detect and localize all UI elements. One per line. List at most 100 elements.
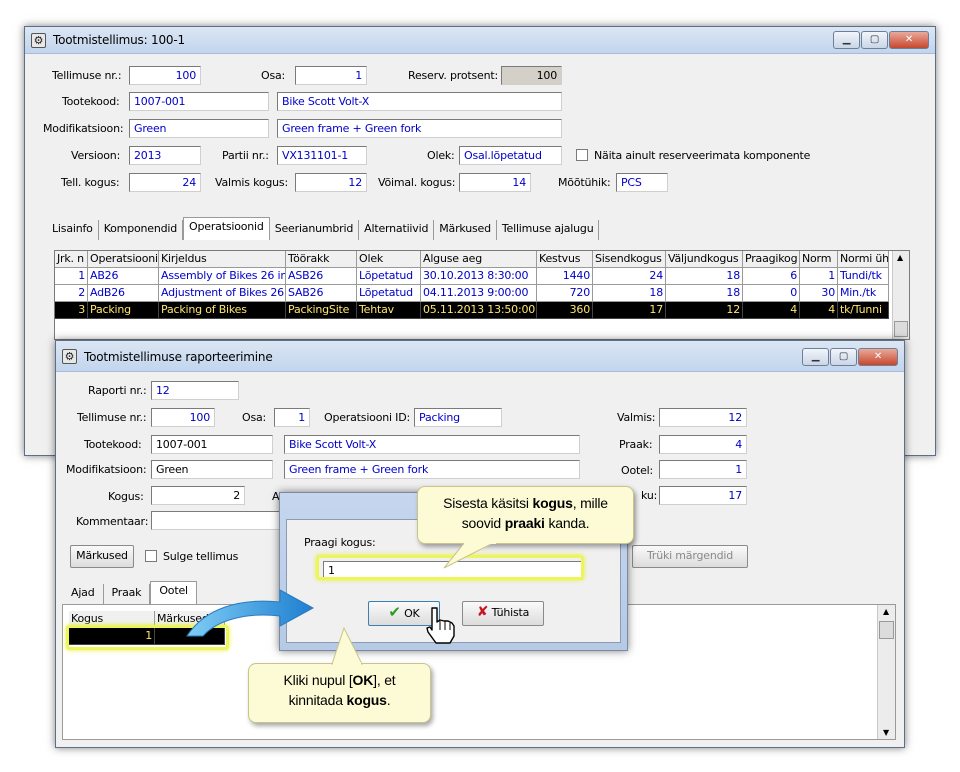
done-qty-label: Valmis kogus: (215, 176, 288, 189)
version-label: Versioon: (71, 149, 121, 162)
report-nr-label: Raporti nr.: (88, 384, 147, 397)
unit-field[interactable]: PCS (616, 173, 668, 192)
col-norm[interactable]: Norm (800, 251, 838, 268)
report-tabs: Ajad Praak Ootel (63, 581, 197, 605)
col-seq[interactable]: Jrk. n (55, 251, 88, 268)
tab-markused[interactable]: Märkused (434, 220, 497, 240)
done-qty-field[interactable]: 12 (295, 173, 367, 192)
status-field[interactable]: Osal.lõpetatud (459, 146, 562, 165)
fourth-field[interactable]: 17 (659, 486, 747, 505)
report-window-title: Tootmistellimuse raporteerimine (84, 350, 273, 364)
report-modification-field[interactable]: Green (151, 460, 273, 479)
col-input[interactable]: Sisendkogus (593, 251, 666, 268)
print-labels-button[interactable]: Trüki märgendid (632, 545, 748, 568)
report-product-name-field[interactable]: Bike Scott Volt-X (284, 435, 580, 454)
scrap-field[interactable]: 4 (659, 435, 747, 454)
modification-field[interactable]: Green (129, 119, 269, 138)
tab-lisainfo[interactable]: Lisainfo (47, 220, 99, 240)
op-id-field[interactable]: Packing (414, 408, 502, 427)
app-gear-icon: ⚙ (31, 33, 46, 48)
scroll-thumb[interactable] (879, 621, 894, 639)
cancel-button-label: Tühista (491, 606, 530, 619)
vertical-scrollbar[interactable]: ▲ (892, 251, 909, 339)
minimize-button[interactable]: ▁ (802, 348, 829, 366)
done-field[interactable]: 12 (659, 408, 747, 427)
waiting-label: Ootel: (621, 464, 654, 477)
main-tabs: Lisainfo Komponendid Operatsioonid Seerianu… (47, 217, 600, 241)
report-modification-desc-field[interactable]: Green frame + Green fork (284, 460, 580, 479)
ok-button-label: OK (404, 607, 420, 620)
close-button[interactable]: ✕ (889, 31, 929, 49)
scroll-thumb[interactable] (894, 321, 908, 337)
batch-nr-field[interactable]: VX131101-1 (277, 146, 367, 165)
tab-seerianumbrid[interactable]: Seerianumbrid (270, 220, 360, 240)
product-code-label: Tootekood: (62, 95, 120, 108)
close-button[interactable]: ✕ (858, 348, 898, 366)
report-nr-field[interactable]: 12 (151, 381, 239, 400)
operations-table: Jrk. n Operatsiooni Kirjeldus Töörakk Ol… (54, 250, 910, 340)
part-field[interactable]: 1 (295, 66, 367, 85)
report-title-bar[interactable]: ⚙ Tootmistellimuse raporteerimine ▁ ▢ ✕ (56, 341, 904, 372)
col-status[interactable]: Olek (357, 251, 421, 268)
hand-cursor-icon (426, 607, 455, 644)
comment-label: Kommentaar: (76, 515, 149, 528)
scroll-down-icon[interactable]: ▼ (883, 728, 889, 737)
modification-label: Modifikatsioon: (43, 122, 124, 135)
possible-qty-label: Võimal. kogus: (378, 176, 456, 189)
scrap-label: Praak: (619, 438, 653, 451)
blue-arrow-icon (186, 589, 315, 637)
product-name-field[interactable]: Bike Scott Volt-X (277, 92, 562, 111)
ordered-qty-label: Tell. kogus: (61, 176, 120, 189)
unit-label: Mõõtühik: (558, 176, 611, 189)
tab-komponendid[interactable]: Komponendid (99, 220, 184, 240)
report-part-field[interactable]: 1 (274, 408, 310, 427)
possible-qty-field[interactable]: 14 (459, 173, 531, 192)
col-desc[interactable]: Kirjeldus (159, 251, 286, 268)
scroll-up-icon[interactable]: ▲ (897, 253, 903, 262)
col-cell[interactable]: Töörakk (286, 251, 357, 268)
minimize-button[interactable]: ▁ (833, 31, 860, 49)
comment-field[interactable] (151, 511, 281, 530)
report-order-nr-field[interactable]: 100 (151, 408, 215, 427)
close-order-checkbox[interactable] (145, 550, 157, 562)
window-title: Tootmistellimus: 100-1 (53, 33, 185, 47)
title-bar[interactable]: ⚙ Tootmistellimus: 100-1 ▁ ▢ ✕ (25, 27, 935, 54)
checkmark-icon: ✔ (388, 603, 401, 621)
show-unreserved-checkbox[interactable] (576, 149, 588, 161)
quantity-field[interactable]: 2 (151, 486, 245, 505)
col-duration[interactable]: Kestvus (537, 251, 593, 268)
scroll-up-icon[interactable]: ▲ (883, 607, 889, 616)
modification-desc-field[interactable]: Green frame + Green fork (277, 119, 562, 138)
vertical-scrollbar[interactable]: ▲ ▼ (877, 605, 895, 739)
callout-bottom-pointer (331, 626, 363, 666)
notes-button[interactable]: Märkused (70, 545, 134, 568)
tab-praak[interactable]: Praak (104, 584, 151, 604)
col-output[interactable]: Väljundkogus (666, 251, 743, 268)
reserve-pct-field: 100 (501, 66, 562, 85)
tab-tellimuse-ajalugu[interactable]: Tellimuse ajalugu (497, 220, 600, 240)
report-product-code-field[interactable]: 1007-001 (151, 435, 273, 454)
report-modification-label: Modifikatsioon: (66, 463, 147, 476)
maximize-button[interactable]: ▢ (830, 348, 857, 366)
col-scrap[interactable]: Praagikog (743, 251, 800, 268)
ordered-qty-field[interactable]: 24 (129, 173, 201, 192)
status-label: Olek: (427, 149, 455, 162)
show-unreserved-label: Näita ainult reserveerimata komponente (594, 149, 811, 162)
maximize-button[interactable]: ▢ (861, 31, 888, 49)
waiting-field[interactable]: 1 (659, 460, 747, 479)
tab-operatsioonid[interactable]: Operatsioonid (183, 217, 270, 240)
tab-ajad[interactable]: Ajad (63, 584, 104, 604)
close-order-label: Sulge tellimus (163, 550, 239, 563)
x-cancel-icon: ✘ (476, 604, 489, 620)
cancel-button[interactable]: ✘ Tühista (462, 601, 544, 626)
callout-top-pointer (443, 542, 496, 569)
product-code-field[interactable]: 1007-001 (129, 92, 269, 111)
order-nr-field[interactable]: 100 (129, 66, 201, 85)
version-field[interactable]: 2013 (129, 146, 201, 165)
done-label: Valmis: (617, 411, 656, 424)
report-order-nr-label: Tellimuse nr.: (77, 411, 147, 424)
tab-alternatiivid[interactable]: Alternatiivid (359, 220, 435, 240)
col-norm-unit[interactable]: Normi üh (838, 251, 889, 268)
col-op[interactable]: Operatsiooni (88, 251, 159, 268)
col-start[interactable]: Alguse aeg (421, 251, 537, 268)
